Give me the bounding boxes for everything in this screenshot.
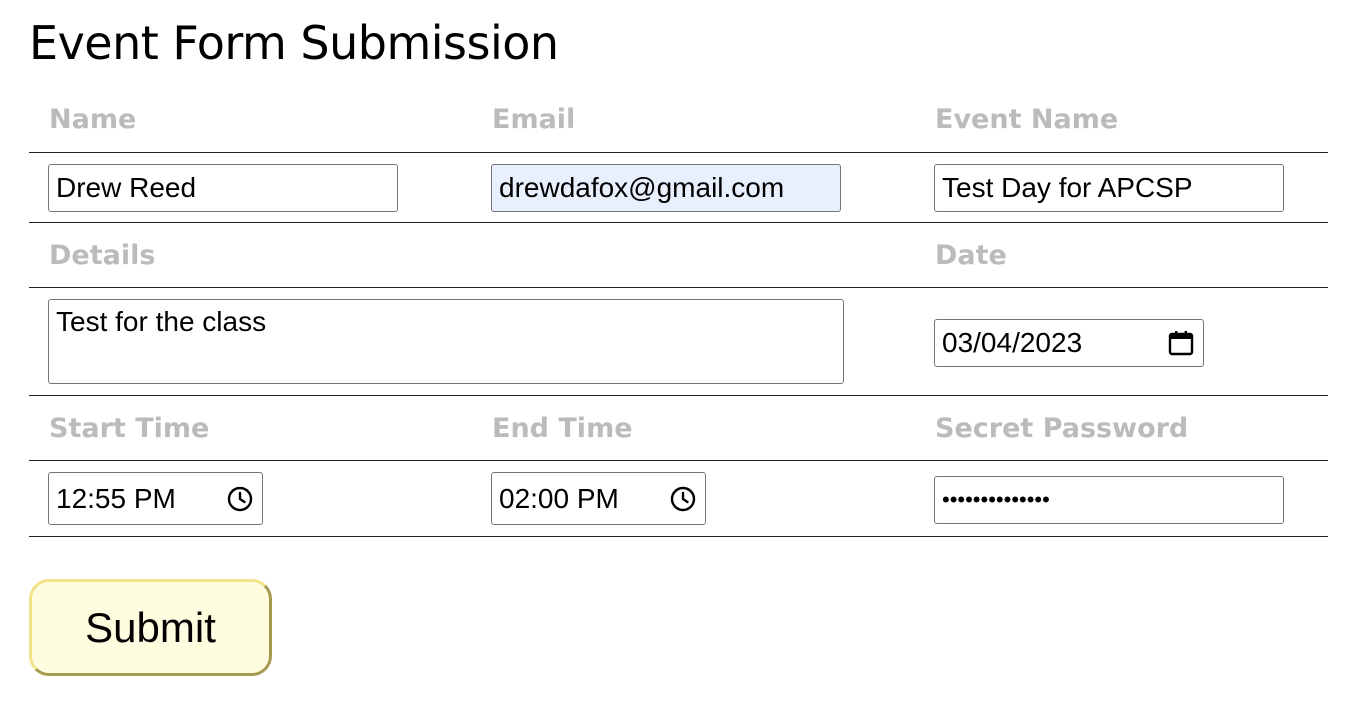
email-field-value: drewdafox@gmail.com — [499, 172, 785, 203]
date-field[interactable]: 03/04/2023 — [934, 319, 1204, 367]
start-time-field[interactable]: 12:55 PM — [48, 472, 263, 525]
event-name-field-value: Test Day for APCSP — [942, 172, 1193, 203]
clock-icon[interactable] — [668, 484, 698, 514]
name-label: Name — [49, 104, 137, 135]
details-textarea-value: Test for the class — [56, 306, 267, 337]
event-name-label: Event Name — [935, 104, 1119, 135]
name-field-value: Drew Reed — [56, 172, 197, 203]
submit-button[interactable]: Submit — [29, 579, 272, 676]
row-divider — [29, 460, 1328, 461]
event-name-field[interactable]: Test Day for APCSP — [934, 164, 1284, 212]
page-title: Event Form Submission — [29, 16, 559, 70]
details-textarea[interactable]: Test for the class — [48, 299, 844, 384]
date-label: Date — [935, 240, 1007, 271]
email-field[interactable]: drewdafox@gmail.com — [491, 164, 841, 212]
page: Event Form Submission Name Email Event N… — [0, 0, 1362, 704]
end-time-label: End Time — [492, 413, 633, 444]
details-label: Details — [49, 240, 156, 271]
secret-password-label: Secret Password — [935, 413, 1189, 444]
date-field-value: 03/04/2023 — [942, 327, 1083, 358]
calendar-icon[interactable] — [1166, 328, 1196, 358]
secret-password-field-value: •••••••••••••• — [942, 487, 1050, 512]
end-time-field[interactable]: 02:00 PM — [491, 472, 706, 525]
row-divider — [29, 222, 1328, 223]
row-divider — [29, 152, 1328, 153]
row-divider — [29, 536, 1328, 537]
email-label: Email — [492, 104, 576, 135]
end-time-field-value: 02:00 PM — [499, 482, 619, 514]
clock-icon[interactable] — [225, 484, 255, 514]
start-time-label: Start Time — [49, 413, 210, 444]
row-divider — [29, 395, 1328, 396]
row-divider — [29, 287, 1328, 288]
start-time-field-value: 12:55 PM — [56, 482, 176, 514]
secret-password-field[interactable]: •••••••••••••• — [934, 476, 1284, 524]
name-field[interactable]: Drew Reed — [48, 164, 398, 212]
